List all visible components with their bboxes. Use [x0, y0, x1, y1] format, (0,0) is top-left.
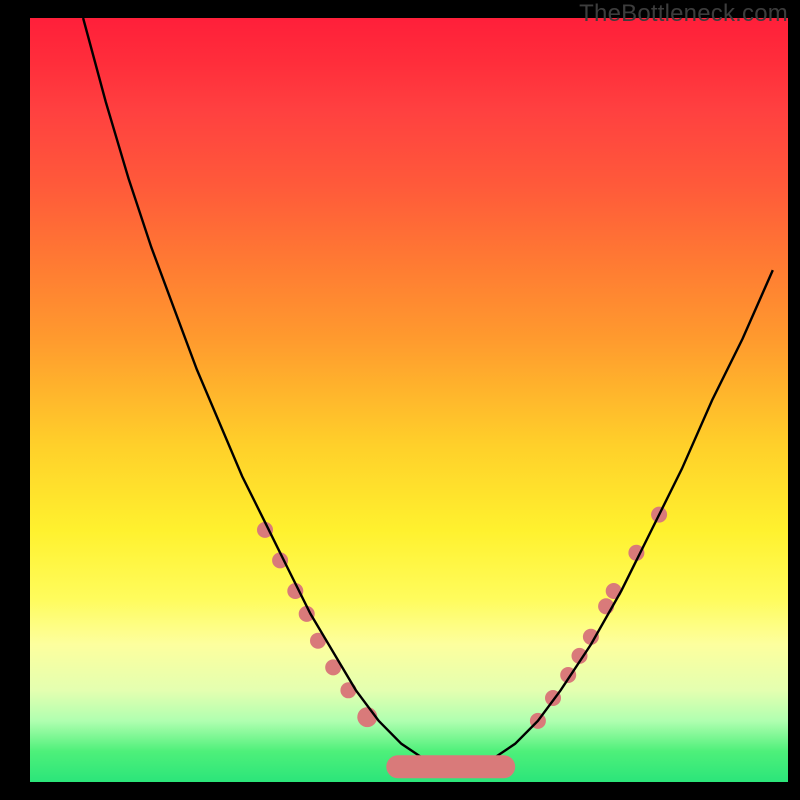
watermark-text: TheBottleneck.com	[579, 0, 788, 28]
plot-area	[30, 18, 788, 782]
marker-dot	[340, 682, 356, 698]
chart-frame: TheBottleneck.com	[0, 0, 800, 800]
bottom-band-rect	[386, 755, 515, 778]
marker-dot	[357, 707, 377, 727]
chart-svg	[30, 18, 788, 782]
bottom-marker-band	[386, 755, 515, 778]
bottleneck-curve	[83, 18, 773, 767]
